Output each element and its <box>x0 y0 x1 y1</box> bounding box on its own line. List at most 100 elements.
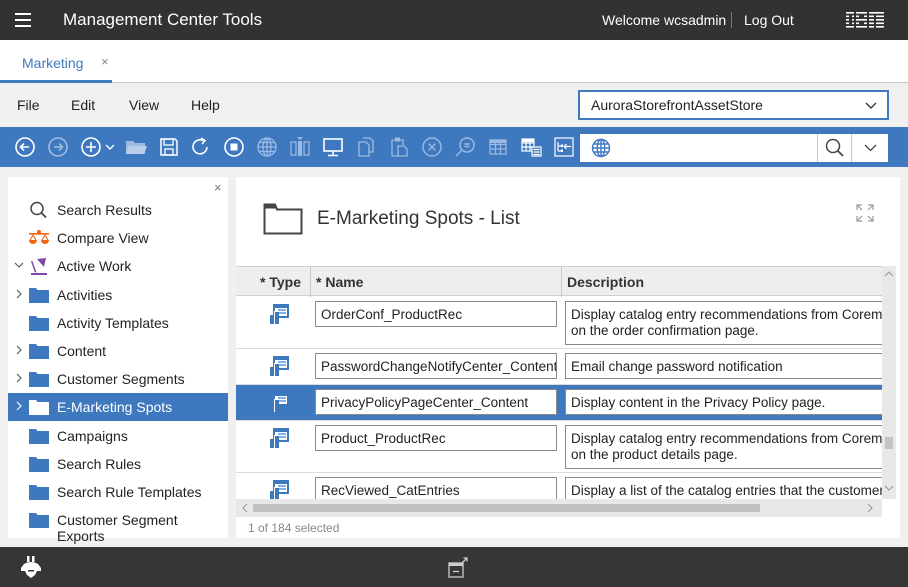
table-row[interactable]: RecViewed_CatEntries Display a list of th… <box>236 473 882 499</box>
description-field[interactable]: Email change password notification <box>565 353 882 379</box>
chevron-down-icon <box>865 102 877 109</box>
menu-help[interactable]: Help <box>191 97 220 113</box>
table-row[interactable]: PrivacyPolicyPageCenter_Content Display c… <box>236 385 882 421</box>
chevron-right-icon[interactable] <box>14 345 24 355</box>
delete-icon[interactable] <box>421 136 443 158</box>
column-header-name[interactable]: * Name <box>316 274 363 290</box>
forward-icon[interactable] <box>47 136 69 158</box>
chevron-right-icon[interactable] <box>14 373 24 383</box>
sidebar-item-search-rules[interactable]: Search Rules <box>8 450 228 478</box>
find-icon[interactable] <box>454 136 476 158</box>
paste-icon[interactable] <box>388 136 410 158</box>
back-icon[interactable] <box>14 136 36 158</box>
description-field[interactable]: Display catalog entry recommendations fr… <box>565 301 882 345</box>
folder-icon <box>28 427 50 445</box>
new-icon[interactable] <box>80 136 102 158</box>
sidebar-item-customer-segments[interactable]: Customer Segments <box>8 365 228 393</box>
sidebar-item-label: Compare View <box>57 230 149 247</box>
description-line: Email change password notification <box>571 359 783 374</box>
search-icon <box>28 201 50 219</box>
sidebar-item-search-results[interactable]: Search Results <box>8 196 228 224</box>
sidebar-item-compare-view[interactable]: Compare View <box>8 224 228 252</box>
description-field[interactable]: Display a list of the catalog entries th… <box>565 477 882 499</box>
chevron-right-icon[interactable] <box>14 401 24 411</box>
tab-bar: Marketing × <box>0 40 908 83</box>
search-options-button[interactable] <box>851 134 888 162</box>
new-dropdown-icon[interactable] <box>104 136 116 158</box>
save-icon[interactable] <box>158 136 180 158</box>
lamp-icon <box>28 257 50 276</box>
column-header-description[interactable]: Description <box>567 274 644 290</box>
ibm-logo-icon <box>846 11 884 29</box>
tab-marketing[interactable]: Marketing × <box>0 40 112 83</box>
sidebar-item-search-rule-templates[interactable]: Search Rule Templates <box>8 478 228 506</box>
popout-window-icon[interactable] <box>447 557 469 579</box>
menu-view[interactable]: View <box>129 97 159 113</box>
table-row[interactable]: PasswordChangeNotifyCenter_Content Email … <box>236 349 882 385</box>
page-title: E-Marketing Spots - List <box>317 208 520 229</box>
table-icon[interactable] <box>487 136 509 158</box>
copy-icon[interactable] <box>355 136 377 158</box>
sidebar-item-content[interactable]: Content <box>8 337 228 365</box>
name-field[interactable]: OrderConf_ProductRec <box>315 301 557 327</box>
toolbar-search <box>580 134 888 162</box>
sidebar-item-label: Search Rules <box>57 455 142 472</box>
tab-close-icon[interactable]: × <box>101 54 109 69</box>
description-field[interactable]: Display content in the Privacy Policy pa… <box>565 389 882 415</box>
name-field[interactable]: PasswordChangeNotifyCenter_Content <box>315 353 557 379</box>
folder-icon <box>28 286 50 304</box>
scroll-up-icon[interactable] <box>884 270 894 278</box>
column-divider[interactable] <box>561 267 562 297</box>
footer-bar <box>0 547 908 587</box>
column-header-type[interactable]: * Type <box>260 274 301 290</box>
table-list-icon[interactable] <box>520 136 542 158</box>
chevron-right-icon[interactable] <box>14 289 24 299</box>
search-scope-globe-icon[interactable] <box>591 138 611 158</box>
sidebar-item-label: Search Results <box>57 202 152 218</box>
search-input[interactable] <box>620 138 810 158</box>
sidebar-item-label: Active Work <box>57 258 132 275</box>
name-field[interactable]: RecViewed_CatEntries <box>315 477 557 499</box>
scales-icon <box>28 229 50 247</box>
sidebar-item-campaigns[interactable]: Campaigns <box>8 422 228 450</box>
scroll-right-icon[interactable] <box>866 503 874 513</box>
vertical-scrollbar[interactable] <box>882 266 896 499</box>
sidebar-item-active-work[interactable]: Active Work <box>8 252 228 280</box>
sidebar-close-icon[interactable]: × <box>214 180 222 195</box>
menu-file[interactable]: File <box>17 97 40 113</box>
sidebar-item-label: Search Rule Templates <box>57 484 202 500</box>
refresh-icon[interactable] <box>190 136 212 158</box>
monitor-icon[interactable] <box>322 136 344 158</box>
scroll-down-icon[interactable] <box>884 484 894 492</box>
store-selector[interactable]: AuroraStorefrontAssetStore <box>578 90 889 120</box>
table-row[interactable]: OrderConf_ProductRec Display catalog entr… <box>236 297 882 349</box>
maximize-icon[interactable] <box>855 203 875 223</box>
sidebar-item-e-marketing-spots[interactable]: E-Marketing Spots <box>8 393 228 422</box>
horizontal-scroll-thumb[interactable] <box>253 504 760 512</box>
column-divider[interactable] <box>310 267 311 297</box>
name-field[interactable]: Product_ProductRec <box>315 425 557 451</box>
hamburger-menu-icon[interactable] <box>15 13 31 27</box>
search-button[interactable] <box>817 134 851 162</box>
vertical-scroll-thumb[interactable] <box>885 437 893 449</box>
globe-icon[interactable] <box>256 136 278 158</box>
open-folder-icon[interactable] <box>125 136 147 158</box>
horizontal-scrollbar[interactable] <box>236 499 882 517</box>
stop-icon[interactable] <box>223 136 245 158</box>
name-field[interactable]: PrivacyPolicyPageCenter_Content <box>315 389 557 415</box>
ibm-bee-icon[interactable] <box>18 555 44 579</box>
menu-edit[interactable]: Edit <box>71 97 95 113</box>
logout-link[interactable]: Log Out <box>744 12 794 28</box>
scroll-left-icon[interactable] <box>241 503 249 513</box>
description-line: Display a list of the catalog entries th… <box>571 483 882 498</box>
sidebar-item-customer-segment-exports[interactable]: Customer Segment Exports <box>8 506 228 544</box>
sidebar-item-activity-templates[interactable]: Activity Templates <box>8 309 228 337</box>
chevron-down-icon[interactable] <box>14 260 24 270</box>
table-row[interactable]: Product_ProductRec Display catalog entry … <box>236 421 882 473</box>
split-view-icon[interactable] <box>289 136 311 158</box>
e-marketing-spot-type-icon <box>269 355 291 377</box>
tree-back-icon[interactable] <box>553 136 575 158</box>
description-field[interactable]: Display catalog entry recommendations fr… <box>565 425 882 469</box>
sidebar-item-activities[interactable]: Activities <box>8 281 228 309</box>
folder-icon <box>28 398 50 416</box>
